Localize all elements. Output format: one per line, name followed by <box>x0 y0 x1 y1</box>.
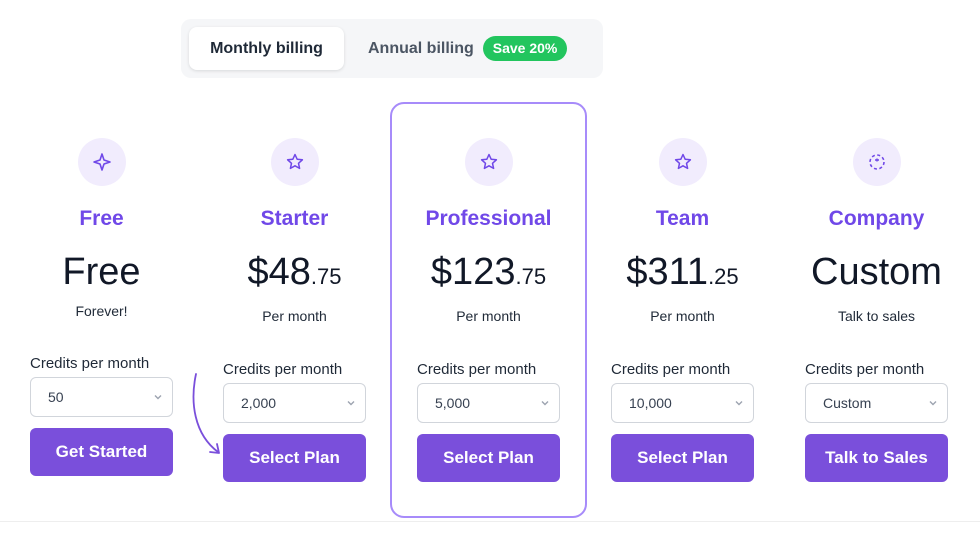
chevron-down-icon <box>347 401 355 406</box>
plan-price: $311.25 <box>591 250 774 299</box>
plan-subtext: Per month <box>456 308 521 324</box>
credits-value: 5,000 <box>435 395 471 411</box>
plan-name: Free <box>79 207 124 230</box>
dashed-circle-icon <box>853 138 901 186</box>
price-main: $311 <box>626 251 709 293</box>
chevron-down-icon <box>929 401 937 406</box>
credits-label: Credits per month <box>30 355 150 372</box>
price-main: $123 <box>430 251 516 293</box>
price-cents: .25 <box>708 264 739 289</box>
select-plan-button[interactable]: Select Plan <box>611 434 754 482</box>
credits-label: Credits per month <box>805 361 925 378</box>
arrow-icon <box>192 373 220 454</box>
credits-select[interactable]: 50 <box>30 377 173 417</box>
credits-select[interactable]: 10,000 <box>611 383 754 423</box>
price-main: Free <box>62 251 141 293</box>
get-started-button[interactable]: Get Started <box>30 428 173 476</box>
select-plan-button[interactable]: Select Plan <box>417 434 560 482</box>
plan-price: $48.75 <box>203 250 386 299</box>
price-main: $48 <box>247 251 311 293</box>
plan-name: Company <box>828 207 925 230</box>
plan-name: Starter <box>260 207 329 230</box>
price-cents: .75 <box>515 264 547 289</box>
credits-select[interactable]: Custom <box>805 383 948 423</box>
credits-value: 50 <box>48 389 64 405</box>
star-icon <box>659 138 707 186</box>
tab-monthly-billing[interactable]: Monthly billing <box>189 27 344 70</box>
sparkle-icon <box>78 138 126 186</box>
plan-subtext: Forever! <box>75 303 128 319</box>
tab-annual-billing[interactable]: Annual billing Save 20% <box>358 27 578 70</box>
credits-label: Credits per month <box>417 361 537 378</box>
plan-name: Professional <box>425 207 552 230</box>
billing-toggle: Monthly billing Annual billing Save 20% <box>181 19 603 78</box>
credits-value: Custom <box>823 395 872 411</box>
credits-select[interactable]: 5,000 <box>417 383 560 423</box>
chevron-down-icon <box>154 395 162 400</box>
star-icon <box>271 138 319 186</box>
annual-billing-label: Annual billing <box>368 39 474 57</box>
price-cents: .75 <box>310 264 342 289</box>
star-icon <box>465 138 513 186</box>
chevron-down-icon <box>541 401 549 406</box>
plan-price: Free <box>10 250 193 299</box>
plan-subtext: Per month <box>262 308 327 324</box>
plan-price: Custom <box>785 250 968 299</box>
divider <box>0 521 980 522</box>
save-badge: Save 20% <box>482 36 568 61</box>
credits-value: 2,000 <box>241 395 277 411</box>
chevron-down-icon <box>735 401 743 406</box>
plan-price: $123.75 <box>397 250 580 299</box>
plan-subtext: Per month <box>650 308 715 324</box>
plan-name: Team <box>655 207 710 230</box>
select-plan-button[interactable]: Select Plan <box>223 434 366 482</box>
credits-select[interactable]: 2,000 <box>223 383 366 423</box>
plan-subtext: Talk to sales <box>837 308 916 324</box>
credits-label: Credits per month <box>223 361 343 378</box>
talk-to-sales-button[interactable]: Talk to Sales <box>805 434 948 482</box>
price-main: Custom <box>811 251 942 293</box>
credits-label: Credits per month <box>611 361 731 378</box>
credits-value: 10,000 <box>629 395 672 411</box>
